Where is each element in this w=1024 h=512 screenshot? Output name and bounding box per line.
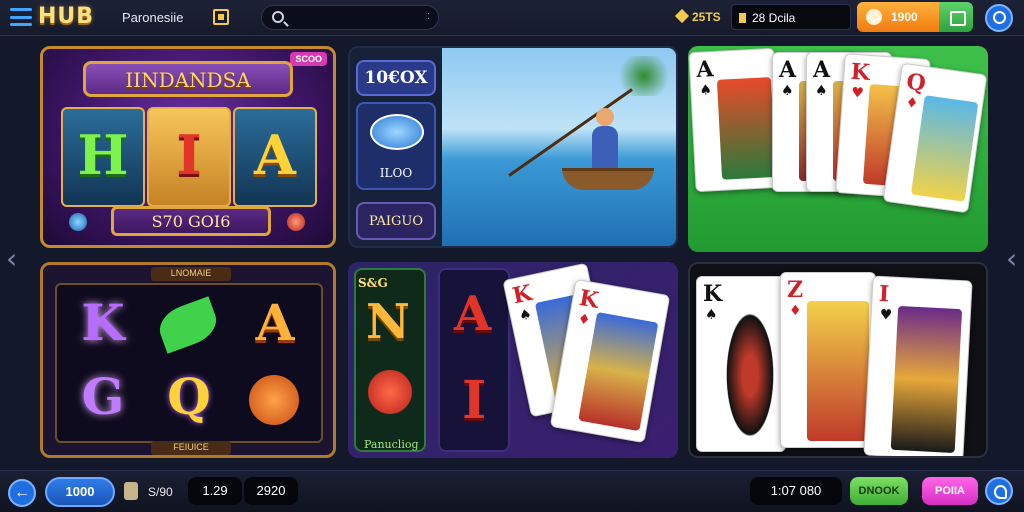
gem-icon [287,213,305,231]
game-tile-slot-hia[interactable]: SCOO IINDANDSA H I A S70 GOI6 [40,46,336,248]
balance-chip[interactable]: 28 Dcila [731,4,851,30]
fishing-play-button[interactable]: PAIGUO [356,202,436,240]
jackpot-value: S70 GOI6 [111,206,271,236]
reel-caption: Panucliog [364,438,419,451]
playing-card: A ♠ [688,47,782,193]
playing-card: Z ♦ [780,272,876,448]
search-bar[interactable]: : [261,5,439,30]
reel-symbol: N [366,294,410,350]
corner-label: S&G [358,276,388,290]
reel-symbol: A [255,293,295,352]
search-input[interactable] [292,9,422,27]
gem-icon [69,213,87,231]
leaf-symbol [149,293,229,363]
search-options-icon[interactable]: : [427,10,430,22]
total-value: 2920 [244,477,298,505]
tile-badge: SCOO [290,52,327,66]
coins-value: 25TS [692,10,721,24]
fishing-top-label: 10€OX [356,60,436,96]
game-bottom-label: FEIUICE [151,441,231,455]
reel-symbol: A [233,107,317,207]
deposit-button[interactable]: 1900 [857,2,939,32]
boat-figure [562,168,654,190]
reel-symbol: G [81,367,125,426]
logo[interactable]: HUB [38,4,94,29]
pink-action-button[interactable]: POIIA [922,477,978,505]
reel-column: A I [438,268,510,452]
game-tile-cards-dark[interactable]: K ♠ Z ♦ I ♥ [688,262,988,458]
fishing-scene-image [442,48,676,246]
footer-balance: 1:07 080 [750,477,842,505]
chat-button[interactable] [985,477,1013,505]
reel-frame: K A G Q [55,283,323,443]
reel-symbol: A [454,286,492,342]
fishing-icon-panel: ILOO [356,102,436,190]
coins-display: 25TS [674,8,721,24]
carousel-prev-arrow[interactable]: ‹ [6,242,17,275]
reel-symbol: H [61,107,145,207]
game-tile-mixed[interactable]: S&G N Panucliog A I K ♠ K ♦ [348,262,678,458]
game-tile-slot-letters[interactable]: LNOMAIE K A G Q FEIUICE [40,262,336,458]
game-tile-fishing[interactable]: 10€OX ILOO PAIGUO [348,46,678,248]
bet-label: S/90 [148,485,173,499]
game-title-banner: IINDANDSA [83,61,293,97]
playing-card: Q ♦ [882,62,988,214]
bet-button[interactable]: 1000 [45,477,115,507]
game-tile-cards-green[interactable]: A ♠ A ♠ A ♠ K ♥ Q ♦ [688,46,988,252]
reel-symbol: Q [167,367,211,426]
menu-icon[interactable] [10,8,32,26]
bottom-bar: ← 1000 S/90 1.29 2920 1:07 080 DNOOK POI… [0,470,1024,512]
search-icon [272,11,284,23]
bolt-icon [866,9,882,25]
fishing-side-panel: 10€OX ILOO PAIGUO [356,54,440,242]
playing-card: K ♠ [696,276,786,452]
page-title: Paronesiie [122,10,184,25]
profile-search-button[interactable] [985,4,1013,32]
reel-symbol: K [81,293,125,352]
reel-symbol: I [462,370,487,431]
reel-column: S&G N Panucliog [354,268,426,452]
ampersand-symbol [235,367,315,437]
coin-icon [674,8,690,24]
fish-icon [370,114,424,150]
top-bar: HUB Paronesiie : 25TS 28 Dcila 1900 [0,0,1024,36]
green-action-button[interactable]: DNOOK [850,477,908,505]
multiplier-value: 1.29 [188,477,242,505]
palm-tree [614,56,674,96]
deposit-label: 1900 [891,10,918,24]
flower-icon [368,370,412,414]
gallery-icon[interactable] [213,9,229,25]
carousel-next-arrow[interactable]: ‹ [1006,242,1017,275]
playing-card: I ♥ [863,275,973,456]
fisherman-figure [592,108,618,170]
wallet-button[interactable] [939,2,973,32]
game-title-label: LNOMAIE [151,267,231,281]
back-button[interactable]: ← [8,479,36,507]
fishing-mid-label: ILOO [379,166,413,180]
reel-symbol: I [147,107,231,207]
ticket-icon [124,482,138,500]
